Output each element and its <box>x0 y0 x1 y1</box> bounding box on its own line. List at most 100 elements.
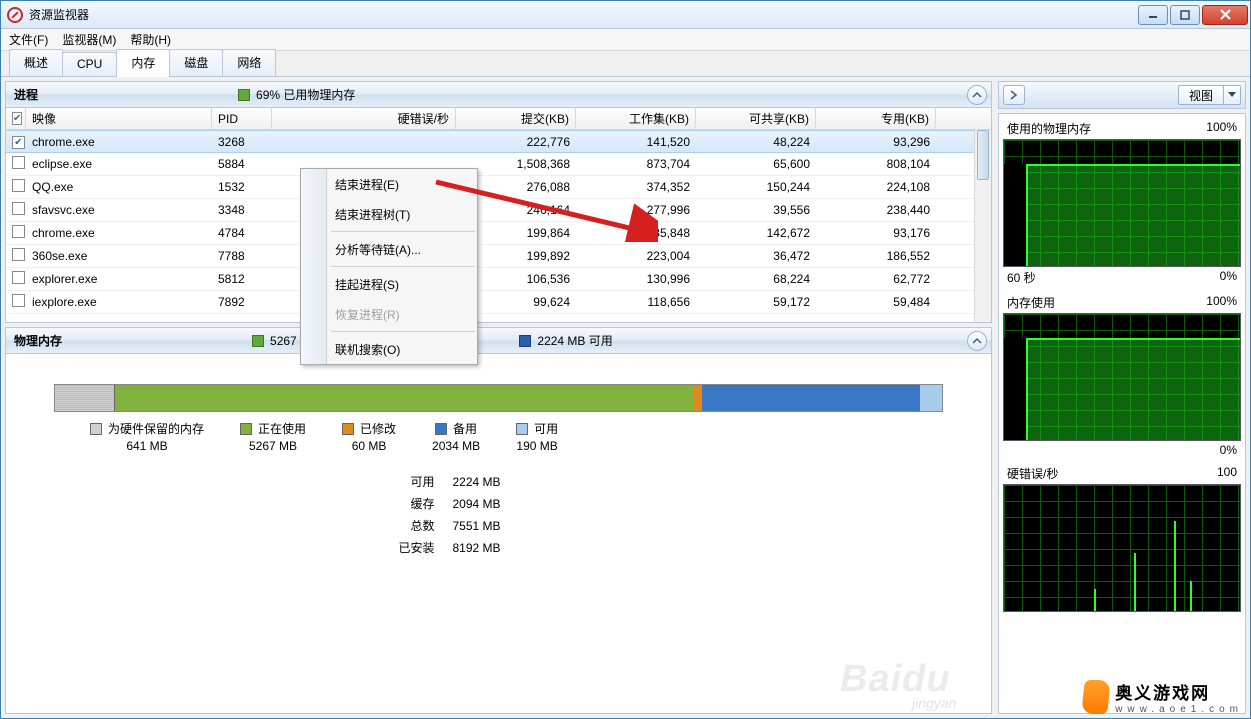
tabbar: 概述 CPU 内存 磁盘 网络 <box>1 51 1250 77</box>
cell-image: QQ.exe <box>26 178 212 196</box>
processes-header[interactable]: 进程 69% 已用物理内存 <box>6 82 991 108</box>
col-hard-faults[interactable]: 硬错误/秒 <box>272 108 456 129</box>
cell-working: 141,520 <box>576 133 696 151</box>
cm-analyze-wait[interactable]: 分析等待链(A)... <box>301 234 477 264</box>
titlebar[interactable]: 资源监视器 <box>1 1 1250 29</box>
legend-modified-label: 已修改 <box>360 420 396 437</box>
table-row[interactable]: sfavsvc.exe3348246,164277,99639,556238,4… <box>6 199 991 222</box>
collapse-button[interactable] <box>967 85 987 105</box>
stat-cached-value: 2094 MB <box>453 493 501 515</box>
inuse-color-icon <box>252 335 264 347</box>
view-button[interactable]: 视图 <box>1178 85 1223 105</box>
collapse-button-2[interactable] <box>967 331 987 351</box>
cell-working: 235,848 <box>576 224 696 242</box>
chart-max: 100 <box>1217 465 1237 482</box>
cell-working: 118,656 <box>576 293 696 311</box>
table-row[interactable]: eclipse.exe58841,508,368873,70465,600808… <box>6 153 991 176</box>
cell-shareable: 65,600 <box>696 155 816 173</box>
cell-shareable: 142,672 <box>696 224 816 242</box>
stat-available-value: 2224 MB <box>453 471 501 493</box>
app-icon <box>7 7 23 23</box>
memory-usage-indicator: 69% 已用物理内存 <box>238 86 355 103</box>
row-checkbox[interactable] <box>12 179 25 192</box>
physical-header[interactable]: 物理内存 5267 MB 正在使用 2224 MB 可用 <box>6 328 991 354</box>
header-checkbox[interactable]: ✔ <box>12 112 22 125</box>
col-private[interactable]: 专用(KB) <box>816 108 936 129</box>
cell-shareable: 36,472 <box>696 247 816 265</box>
cell-private: 93,296 <box>816 133 936 151</box>
physical-memory-panel: 物理内存 5267 MB 正在使用 2224 MB 可用 <box>5 327 992 714</box>
cm-end-tree[interactable]: 结束进程树(T) <box>301 199 477 229</box>
table-row[interactable]: iexplore.exe789299,624118,65659,17259,48… <box>6 291 991 314</box>
legend-free-label: 可用 <box>534 420 558 437</box>
cell-working: 277,996 <box>576 201 696 219</box>
row-checkbox[interactable] <box>12 271 25 284</box>
table-row[interactable]: QQ.exe1532276,088374,352150,244224,108 <box>6 176 991 199</box>
row-checkbox[interactable] <box>12 225 25 238</box>
cell-private: 59,484 <box>816 293 936 311</box>
legend-inuse-icon <box>240 423 252 435</box>
cm-search-online[interactable]: 联机搜索(O) <box>301 334 477 364</box>
cell-pid: 5884 <box>212 155 272 173</box>
legend-inuse-label: 正在使用 <box>258 420 306 437</box>
row-checkbox[interactable] <box>12 248 25 261</box>
tab-memory[interactable]: 内存 <box>116 49 170 77</box>
cell-pid: 7788 <box>212 247 272 265</box>
scrollbar-thumb[interactable] <box>977 130 989 180</box>
cell-working: 374,352 <box>576 178 696 196</box>
chart-canvas <box>1003 139 1241 267</box>
tab-overview[interactable]: 概述 <box>9 49 63 76</box>
row-checkbox[interactable]: ✔ <box>12 136 25 149</box>
cell-shareable: 39,556 <box>696 201 816 219</box>
cell-private: 93,176 <box>816 224 936 242</box>
usage-text: 69% 已用物理内存 <box>256 86 355 103</box>
watermark-site: 奥义游戏网 <box>1115 679 1243 704</box>
col-shareable[interactable]: 可共享(KB) <box>696 108 816 129</box>
cell-working: 130,996 <box>576 270 696 288</box>
process-table: ✔ 映像 PID 硬错误/秒 提交(KB) 工作集(KB) 可共享(KB) 专用… <box>6 108 991 322</box>
chart-0: 使用的物理内存100%60 秒0% <box>1003 118 1241 288</box>
table-row[interactable]: explorer.exe5812106,536130,99668,22462,7… <box>6 268 991 291</box>
row-checkbox[interactable] <box>12 294 25 307</box>
row-checkbox[interactable] <box>12 156 25 169</box>
table-row[interactable]: ✔chrome.exe3268222,776141,52048,22493,29… <box>6 130 991 153</box>
col-commit[interactable]: 提交(KB) <box>456 108 576 129</box>
nav-forward-button[interactable] <box>1003 85 1025 105</box>
memory-stats: 可用2224 MB 缓存2094 MB 总数7551 MB 已安装8192 MB <box>379 471 619 559</box>
cell-pid: 5812 <box>212 270 272 288</box>
cm-suspend[interactable]: 挂起进程(S) <box>301 269 477 299</box>
view-dropdown-button[interactable] <box>1223 85 1241 105</box>
chart-2: 硬错误/秒100 <box>1003 463 1241 616</box>
col-pid[interactable]: PID <box>212 108 272 129</box>
legend-free-icon <box>516 423 528 435</box>
cm-resume: 恢复进程(R) <box>301 299 477 329</box>
menu-help[interactable]: 帮助(H) <box>130 31 171 48</box>
stat-cached-label: 缓存 <box>379 493 435 515</box>
vertical-scrollbar[interactable] <box>974 130 991 322</box>
jingyan-watermark: jingyan <box>912 695 956 711</box>
cell-private: 224,108 <box>816 178 936 196</box>
minimize-button[interactable] <box>1138 5 1168 25</box>
site-watermark: 奥义游戏网 www.aoe1.com <box>1083 679 1243 715</box>
chart-foot-left: 60 秒 <box>1007 269 1036 286</box>
table-row[interactable]: 360se.exe7788199,892223,00436,472186,552 <box>6 245 991 268</box>
tab-cpu[interactable]: CPU <box>62 52 117 76</box>
menu-file[interactable]: 文件(F) <box>9 31 48 48</box>
tab-network[interactable]: 网络 <box>222 49 276 76</box>
legend-standby-icon <box>435 423 447 435</box>
col-working[interactable]: 工作集(KB) <box>576 108 696 129</box>
menu-monitor[interactable]: 监视器(M) <box>62 31 116 48</box>
col-checkbox[interactable]: ✔ <box>6 108 26 129</box>
processes-panel: 进程 69% 已用物理内存 ✔ 映像 PID 硬错误/秒 提交(KB) 工作集(… <box>5 81 992 323</box>
tab-disk[interactable]: 磁盘 <box>169 49 223 76</box>
cell-private: 186,552 <box>816 247 936 265</box>
window-title: 资源监视器 <box>29 6 89 23</box>
row-checkbox[interactable] <box>12 202 25 215</box>
cell-commit: 222,776 <box>456 133 576 151</box>
table-row[interactable]: chrome.exe4784199,864235,848142,67293,17… <box>6 222 991 245</box>
chart-canvas <box>1003 313 1241 441</box>
cm-end-process[interactable]: 结束进程(E) <box>301 169 477 199</box>
col-image[interactable]: 映像 <box>26 108 212 129</box>
maximize-button[interactable] <box>1170 5 1200 25</box>
close-button[interactable] <box>1202 5 1248 25</box>
